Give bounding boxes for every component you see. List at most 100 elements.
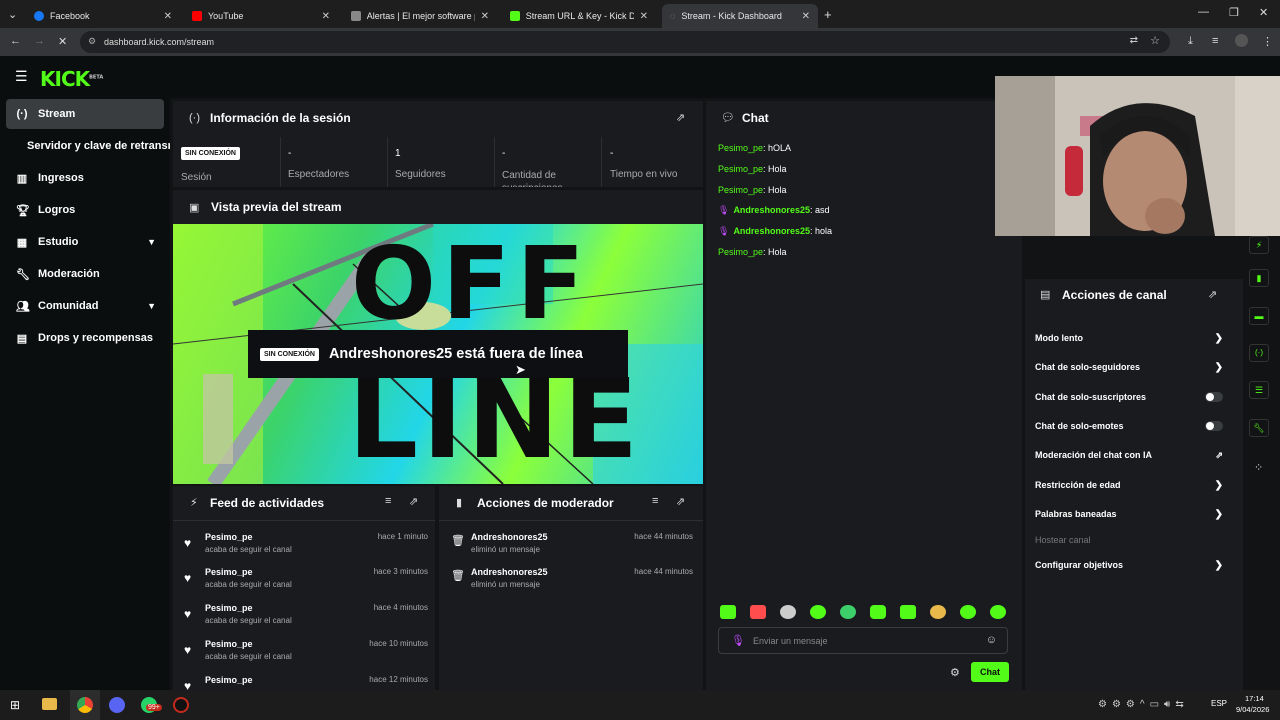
feed-user[interactable]: Pesimo_pe (205, 603, 253, 613)
window-close-icon[interactable]: ✕ (1259, 6, 1268, 19)
toggle-switch[interactable] (1205, 392, 1223, 402)
action-modo-lento[interactable]: Modo lento ❯ (1035, 329, 1223, 347)
chat-user[interactable]: Pesimo_pe (718, 247, 763, 257)
close-icon[interactable]: ✕ (802, 11, 810, 22)
emote-icon[interactable] (990, 605, 1006, 619)
sidebar-item-estudio[interactable]: ▦ Estudio ▼ (6, 227, 164, 257)
clock-date[interactable]: 9/04/2026 (1236, 705, 1269, 714)
close-icon[interactable]: ✕ (640, 11, 648, 22)
feed-user[interactable]: Pesimo_pe (205, 532, 253, 542)
action-solo-seguidores[interactable]: Chat de solo-seguidores ❯ (1035, 358, 1223, 376)
action-configurar-objetivos[interactable]: Configurar objetivos ❯ (1035, 556, 1223, 574)
chat-user[interactable]: Pesimo_pe (718, 164, 763, 174)
action-label: Chat de solo-suscriptores (1035, 392, 1147, 402)
profile-avatar[interactable] (1235, 34, 1248, 47)
chrome-icon[interactable] (77, 697, 93, 713)
action-restriccion-edad[interactable]: Restricción de edad ❯ (1035, 476, 1223, 494)
feed-user[interactable]: Pesimo_pe (205, 675, 253, 685)
filter-icon[interactable]: ≡ (385, 495, 391, 507)
lightning-icon[interactable]: ⚡︎ (1249, 236, 1269, 254)
tab-stream-url[interactable]: Stream URL & Key - Kick Dashb ✕ (502, 4, 656, 28)
close-icon[interactable]: ✕ (164, 11, 172, 22)
emote-icon[interactable] (780, 605, 796, 619)
sidebar-item-moderacion[interactable]: 🔧︎ Moderación (6, 259, 164, 289)
emote-icon[interactable] (870, 605, 886, 619)
popout-icon[interactable]: ⇗ (409, 495, 418, 508)
sidebar-item-ingresos[interactable]: ▥ Ingresos (6, 163, 164, 193)
chat-placeholder: Enviar un mensaje (753, 636, 828, 646)
hamburger-menu-icon[interactable]: ☰ (15, 68, 28, 85)
tab-stream-dashboard[interactable]: ◌ Stream - Kick Dashboard ✕ (662, 4, 818, 28)
list-icon[interactable]: ☰ (1249, 381, 1269, 399)
reading-list-icon[interactable]: ≡ (1212, 35, 1218, 47)
sidebar-item-stream[interactable]: (·) Stream (6, 99, 164, 129)
back-icon[interactable]: ← (10, 35, 21, 47)
minimize-icon[interactable]: — (1198, 6, 1209, 18)
feed-user[interactable]: Pesimo_pe (205, 639, 253, 649)
shield-icon[interactable]: ▮ (1249, 269, 1269, 287)
system-tray-icons[interactable]: ⚙⚙⚙^▭🔊︎⇆ (1098, 699, 1189, 710)
mod-user[interactable]: Andreshonores25 (471, 567, 548, 577)
chat-user[interactable]: Andreshonores25 (733, 226, 810, 236)
kick-logo[interactable]: KICKBETA (40, 67, 103, 91)
new-tab-icon[interactable]: + (824, 7, 832, 22)
emote-icon[interactable] (750, 605, 766, 619)
file-explorer-icon[interactable] (42, 698, 57, 710)
action-moderacion-ia[interactable]: Moderación del chat con IA ⇗ (1035, 446, 1223, 464)
feed-user[interactable]: Pesimo_pe (205, 567, 253, 577)
site-info-icon[interactable]: ⚙ (88, 36, 96, 47)
address-bar-row: ← → ✕ ⚙ dashboard.kick.com/stream ⇄ ☆ ⤓ … (0, 28, 1280, 56)
translate-icon[interactable]: ⇄ (1130, 35, 1138, 46)
panel-title: Información de la sesión (210, 111, 351, 125)
emote-icon[interactable] (900, 605, 916, 619)
tab-facebook[interactable]: Facebook ✕ (26, 4, 180, 28)
chat-user[interactable]: Andreshonores25 (733, 205, 810, 215)
forward-icon[interactable]: → (34, 35, 45, 47)
url-field[interactable]: ⚙ dashboard.kick.com/stream ⇄ ☆ (80, 31, 1170, 53)
mod-user[interactable]: Andreshonores25 (471, 532, 548, 542)
emote-icon[interactable] (810, 605, 826, 619)
emoji-icon[interactable]: ☺ (986, 634, 997, 646)
broadcast-icon[interactable]: (·) (1249, 344, 1269, 362)
popout-icon[interactable]: ⇗ (676, 111, 685, 124)
chat-message: Pesimo_pe: Hola (718, 247, 787, 257)
chat-input[interactable]: 🎙︎ Enviar un mensaje ☺ (718, 627, 1008, 654)
download-icon[interactable]: ⤓ (1188, 35, 1193, 48)
windows-start-icon[interactable]: ⊞ (10, 698, 20, 712)
discord-icon[interactable] (109, 697, 125, 713)
tab-youtube[interactable]: YouTube ✕ (184, 4, 338, 28)
send-chat-button[interactable]: Chat (971, 662, 1009, 682)
action-solo-suscriptores: Chat de solo-suscriptores (1035, 388, 1223, 406)
action-palabras-baneadas[interactable]: Palabras baneadas ❯ (1035, 505, 1223, 523)
sidebar-item-servidor[interactable]: Servidor y clave de retransmisión (6, 131, 170, 161)
emote-icon[interactable] (960, 605, 976, 619)
chat-user[interactable]: Pesimo_pe (718, 185, 763, 195)
popout-icon[interactable]: ⇗ (676, 495, 685, 508)
emote-icon[interactable] (720, 605, 736, 619)
popout-icon[interactable]: ⇗ (1208, 288, 1217, 301)
language-indicator[interactable]: ESP (1211, 699, 1227, 708)
restore-icon[interactable]: ❐ (1229, 6, 1239, 19)
emote-icon[interactable] (930, 605, 946, 619)
toggle-switch[interactable] (1205, 421, 1223, 431)
tab-search-icon[interactable]: ⌄ (8, 8, 17, 21)
chat-bubble-icon[interactable]: ▬ (1249, 307, 1269, 325)
sidebar-item-comunidad[interactable]: 👥︎ Comunidad ▼ (6, 291, 164, 321)
chat-user[interactable]: Pesimo_pe (718, 143, 763, 153)
emote-icon[interactable] (840, 605, 856, 619)
tab-alertas[interactable]: Alertas | El mejor software para ✕ (343, 4, 497, 28)
obs-icon[interactable] (173, 697, 189, 713)
wrench-icon[interactable]: 🔧︎ (1249, 419, 1269, 437)
close-icon[interactable]: ✕ (322, 11, 330, 22)
close-icon[interactable]: ✕ (481, 11, 489, 22)
menu-dots-icon[interactable]: ⋮ (1262, 35, 1273, 48)
bookmark-star-icon[interactable]: ☆ (1150, 34, 1160, 47)
clock-time[interactable]: 17:14 (1245, 694, 1264, 703)
settings-gear-icon[interactable]: ⚙ (950, 666, 960, 679)
right-rail: ⚡︎ ▮ ▬ (·) ☰ 🔧︎ ⁘ (1245, 236, 1273, 474)
more-icon[interactable]: ⁘ (1254, 461, 1263, 474)
filter-icon[interactable]: ≡ (652, 495, 658, 507)
stop-icon[interactable]: ✕ (58, 35, 67, 48)
sidebar-item-drops[interactable]: ▤ Drops y recompensas (6, 323, 164, 353)
sidebar-item-logros[interactable]: 🏆︎ Logros (6, 195, 164, 225)
